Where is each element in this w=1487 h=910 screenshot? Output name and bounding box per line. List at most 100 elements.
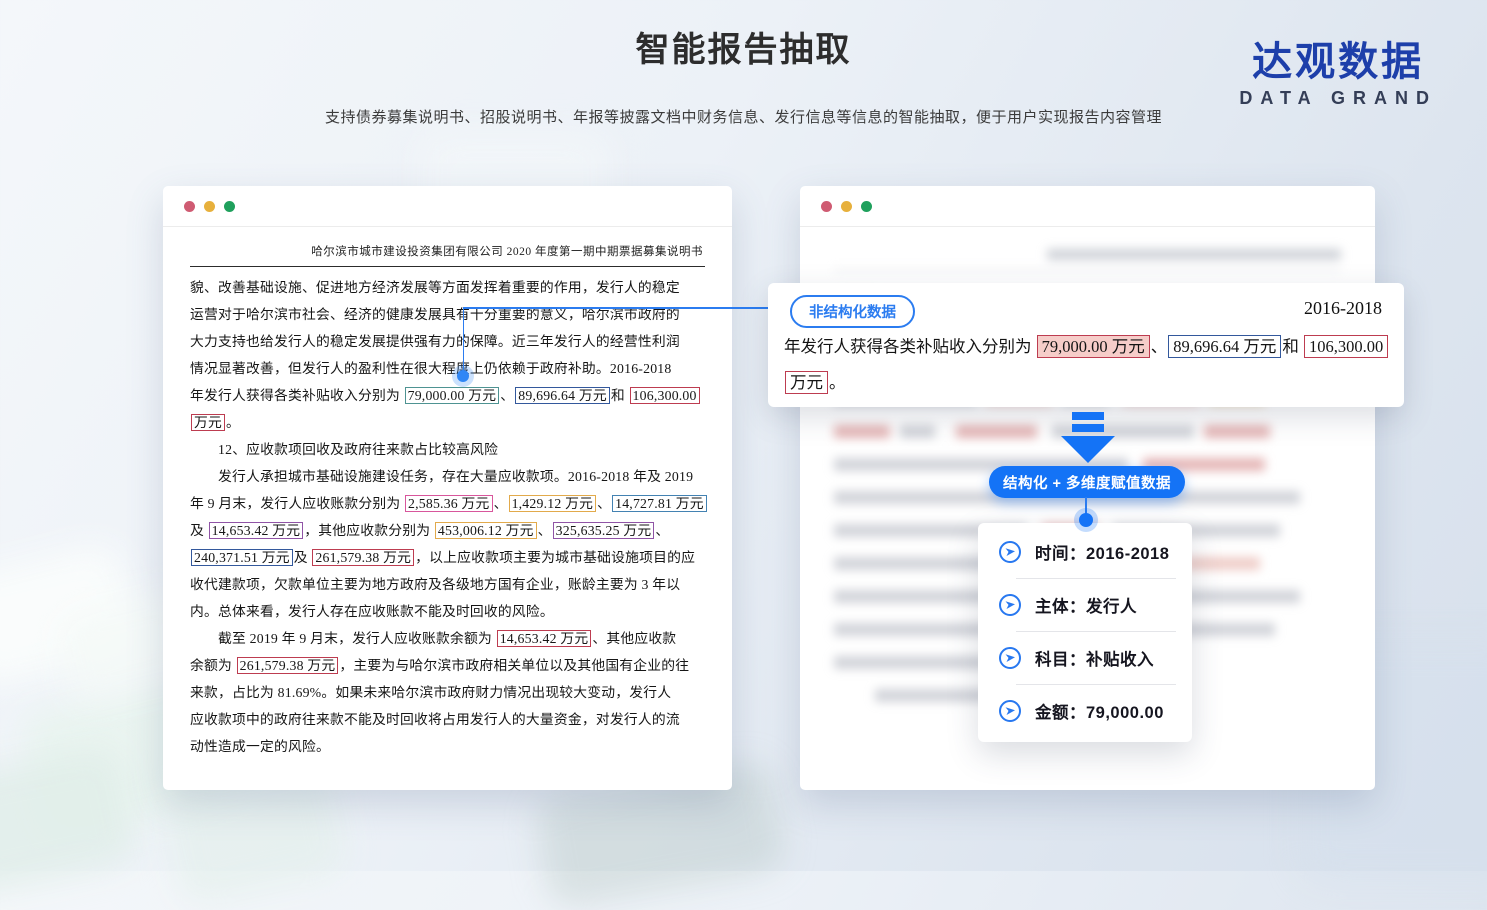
doc-text-segment: ，其他应收款分别为 — [304, 523, 434, 538]
doc-text-segment: 来款，占比为 81.69%。如果未来哈尔滨市政府财力情况出现较大变动，发行人 — [190, 685, 671, 700]
boxed-value: 79,000.00 万元 — [405, 387, 500, 404]
calculator-key-blur — [0, 743, 141, 898]
doc-text-segment: 、其他应收款 — [592, 631, 676, 646]
boxed-value: 79,000.00 万元 — [1037, 335, 1150, 358]
doc-text-segment: 截至 2019 年 9 月末，发行人应收账款余额为 — [190, 631, 496, 646]
arrow-circle-icon — [998, 593, 1022, 617]
window-dot-green-icon — [861, 201, 872, 212]
boxed-value: 1,429.12 万元 — [509, 495, 597, 512]
structured-field-label: 主体：发行人 — [1035, 593, 1137, 617]
arrow-down-icon — [1060, 412, 1116, 469]
doc-text-segment: 年发行人获得各类补贴收入分别为 — [190, 388, 404, 403]
doc-text-segment: 年 9 月末，发行人应收账款分别为 — [190, 496, 404, 511]
structured-field-row: 科目：补贴收入 — [978, 632, 1192, 684]
doc-text-segment: 余额为 — [190, 658, 236, 673]
boxed-value: 106,300.00 — [630, 387, 700, 404]
document-line: 大力支持也给发行人的稳定发展提供强有力的保障。近三年发行人的经营性利润 — [190, 328, 705, 355]
boxed-value: 2,585.36 万元 — [405, 495, 493, 512]
document-line: 余额为 261,579.38 万元，主要为与哈尔滨市政府相关单位以及其他国有企业… — [190, 652, 705, 679]
document-line: 年发行人获得各类补贴收入分别为 79,000.00 万元、89,696.64 万… — [190, 382, 705, 409]
window-dot-yellow-icon — [204, 201, 215, 212]
boxed-value: 14,653.42 万元 — [497, 630, 592, 647]
connector-anchor-dot — [457, 370, 469, 382]
boxed-value: 325,635.25 万元 — [553, 522, 655, 539]
document-line: 12、应收款项回收及政府往来款占比较高风险 — [190, 436, 705, 463]
doc-text-segment: 12、应收款项回收及政府往来款占比较高风险 — [190, 442, 498, 457]
page-subtitle: 支持债券募集说明书、招股说明书、年报等披露文档中财务信息、发行信息等信息的智能抽… — [0, 106, 1487, 127]
boxed-value: 89,696.64 万元 — [515, 387, 610, 404]
connector-line-horizontal — [463, 307, 790, 309]
doc-text-segment: 、 — [538, 523, 552, 538]
doc-text-segment: 发行人承担城市基础设施建设任务，存在大量应收款项。2016-2018 年及 20… — [190, 469, 693, 484]
arrow-circle-icon — [998, 540, 1022, 564]
doc-text-segment: 。 — [226, 415, 240, 430]
document-line: 万元。 — [190, 409, 705, 436]
doc-text-segment: 、 — [500, 388, 514, 403]
doc-text-segment: 、 — [597, 496, 611, 511]
structured-field-row: 时间：2016-2018 — [978, 526, 1192, 578]
document-line: 及 14,653.42 万元，其他应收款分别为 453,006.12 万元、32… — [190, 517, 705, 544]
doc-text-segment: 及 — [294, 550, 312, 565]
boxed-value: 453,006.12 万元 — [435, 522, 537, 539]
period-label: 2016-2018 — [1304, 298, 1382, 319]
extracted-sentence-line2: 万元。 — [784, 369, 846, 393]
connector-anchor-dot — [1079, 513, 1093, 527]
unstructured-data-card: 非结构化数据 2016-2018 年发行人获得各类补贴收入分别为 79,000.… — [768, 283, 1404, 407]
logo-en-text: DATA GRAND — [1239, 88, 1437, 109]
document-line: 貌、改善基础设施、促进地方经济发展等方面发挥着重要的作用，发行人的稳定 — [190, 274, 705, 301]
document-line: 内。总体来看，发行人存在应收账款不能及时回收的风险。 — [190, 598, 705, 625]
window-dot-red-icon — [184, 201, 195, 212]
doc-text-segment: 。 — [829, 373, 846, 392]
doc-text-segment: ，以上应收款项主要为城市基础设施项目的应 — [415, 550, 695, 565]
document-line: 运营对于哈尔滨市社会、经济的健康发展具有十分重要的意义，哈尔滨市政府的 — [190, 301, 705, 328]
structured-field-label: 科目：补贴收入 — [1035, 646, 1154, 670]
window-dot-yellow-icon — [841, 201, 852, 212]
boxed-value: 万元 — [785, 371, 828, 394]
document-line: 收代建款项，欠款单位主要为地方政府及各级地方国有企业，账龄主要为 3 年以 — [190, 571, 705, 598]
window-titlebar — [800, 186, 1375, 227]
document-line: 年 9 月末，发行人应收账款分别为 2,585.36 万元、1,429.12 万… — [190, 490, 705, 517]
structured-data-card: 时间：2016-2018 主体：发行人科目：补贴收入金额：79,000.00 — [978, 523, 1192, 742]
doc-text-segment: 内。总体来看，发行人存在应收账款不能及时回收的风险。 — [190, 604, 554, 619]
doc-text-segment: ，主要为与哈尔滨市政府相关单位以及其他国有企业的往 — [339, 658, 689, 673]
document-line: 情况显著改善，但发行人的盈利性在很大程度上仍依赖于政府补助。2016-2018 — [190, 355, 705, 382]
doc-text-segment: 、 — [1151, 337, 1168, 356]
doc-text-segment: 和 — [611, 388, 629, 403]
boxed-value: 14,653.42 万元 — [209, 522, 304, 539]
structured-field-row: 主体：发行人 — [978, 579, 1192, 631]
structured-field-row: 金额：79,000.00 — [978, 685, 1192, 737]
logo-cn-text: 达观数据 — [1239, 40, 1437, 84]
connector-line-vertical — [463, 307, 465, 374]
boxed-value: 261,579.38 万元 — [237, 657, 339, 674]
boxed-value: 106,300.00 — [1304, 335, 1388, 358]
boxed-value: 14,727.81 万元 — [612, 495, 707, 512]
document-running-header: 哈尔滨市城市建设投资集团有限公司 2020 年度第一期中期票据募集说明书 — [190, 241, 705, 267]
document-line: 应收款项中的政府往来款不能及时回收将占用发行人的大量资金，对发行人的流 — [190, 706, 705, 733]
doc-text-segment: 收代建款项，欠款单位主要为地方政府及各级地方国有企业，账龄主要为 3 年以 — [190, 577, 680, 592]
document-line: 发行人承担城市基础设施建设任务，存在大量应收款项。2016-2018 年及 20… — [190, 463, 705, 490]
source-document-window: 哈尔滨市城市建设投资集团有限公司 2020 年度第一期中期票据募集说明书 貌、改… — [163, 186, 732, 790]
boxed-value: 89,696.64 万元 — [1168, 335, 1281, 358]
doc-text-segment: 动性造成一定的风险。 — [190, 739, 330, 754]
window-dot-red-icon — [821, 201, 832, 212]
structured-data-pill[interactable]: 结构化 + 多维度赋值数据 — [989, 466, 1185, 498]
doc-text-segment: 和 — [1282, 337, 1303, 356]
boxed-value: 261,579.38 万元 — [312, 549, 414, 566]
window-dot-green-icon — [224, 201, 235, 212]
arrow-circle-icon — [998, 699, 1022, 723]
doc-text-segment: 年发行人获得各类补贴收入分别为 — [784, 337, 1036, 356]
window-titlebar — [163, 186, 732, 227]
unstructured-data-pill[interactable]: 非结构化数据 — [790, 295, 915, 328]
boxed-value: 240,371.51 万元 — [191, 549, 293, 566]
structured-field-label: 金额：79,000.00 — [1035, 699, 1164, 723]
doc-text-segment: 情况显著改善，但发行人的盈利性在很大程度上仍依赖于政府补助。2016-2018 — [190, 361, 672, 376]
extracted-sentence-line1: 年发行人获得各类补贴收入分别为 79,000.00 万元、89,696.64 万… — [784, 333, 1389, 357]
document-body: 貌、改善基础设施、促进地方经济发展等方面发挥着重要的作用，发行人的稳定运营对于哈… — [190, 274, 705, 760]
doc-text-segment: 、 — [494, 496, 508, 511]
document-line: 来款，占比为 81.69%。如果未来哈尔滨市政府财力情况出现较大变动，发行人 — [190, 679, 705, 706]
document-line: 动性造成一定的风险。 — [190, 733, 705, 760]
doc-text-segment: 大力支持也给发行人的稳定发展提供强有力的保障。近三年发行人的经营性利润 — [190, 334, 680, 349]
doc-text-segment: 、 — [655, 523, 669, 538]
document-line: 240,371.51 万元及 261,579.38 万元，以上应收款项主要为城市… — [190, 544, 705, 571]
doc-text-segment: 应收款项中的政府往来款不能及时回收将占用发行人的大量资金，对发行人的流 — [190, 712, 680, 727]
